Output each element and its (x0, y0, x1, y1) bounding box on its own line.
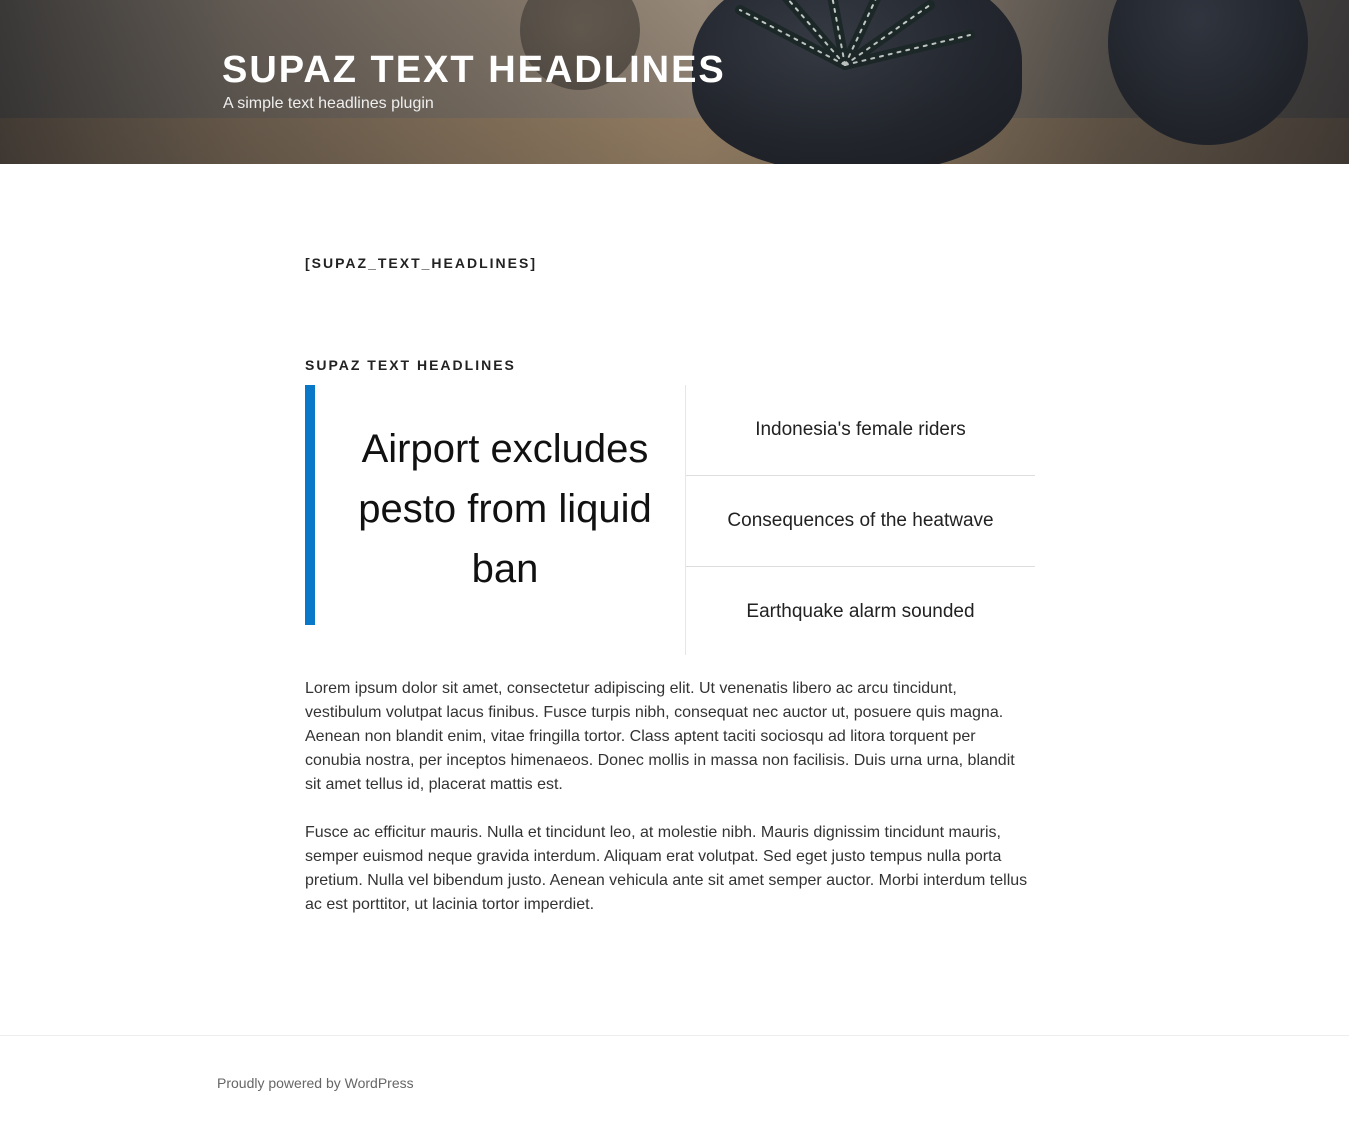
page-title: [SUPAZ_TEXT_HEADLINES] (305, 255, 537, 271)
headline-item[interactable]: Earthquake alarm sounded (686, 567, 1035, 657)
footer-credit-link[interactable]: Proudly powered by WordPress (217, 1075, 414, 1091)
headline-list: Indonesia's female riders Consequences o… (686, 385, 1035, 658)
headline-item[interactable]: Consequences of the heatwave (686, 476, 1035, 567)
entry-content: Lorem ipsum dolor sit amet, consectetur … (305, 677, 1035, 941)
footer-divider (0, 1035, 1349, 1036)
widget-title: SUPAZ TEXT HEADLINES (305, 357, 516, 373)
headline-item[interactable]: Indonesia's female riders (686, 385, 1035, 476)
site-description: A simple text headlines plugin (223, 95, 434, 112)
content-paragraph: Lorem ipsum dolor sit amet, consectetur … (305, 680, 1015, 793)
content-paragraph: Fusce ac efficitur mauris. Nulla et tinc… (305, 824, 1028, 913)
site-header: SUPAZ TEXT HEADLINES A simple text headl… (0, 0, 1349, 164)
featured-headline[interactable]: Airport excludes pesto from liquid ban (335, 419, 675, 599)
featured-headline-block[interactable]: Airport excludes pesto from liquid ban (305, 385, 685, 625)
site-title[interactable]: SUPAZ TEXT HEADLINES (222, 48, 726, 92)
text-headlines-widget: Airport excludes pesto from liquid ban I… (305, 385, 1035, 655)
